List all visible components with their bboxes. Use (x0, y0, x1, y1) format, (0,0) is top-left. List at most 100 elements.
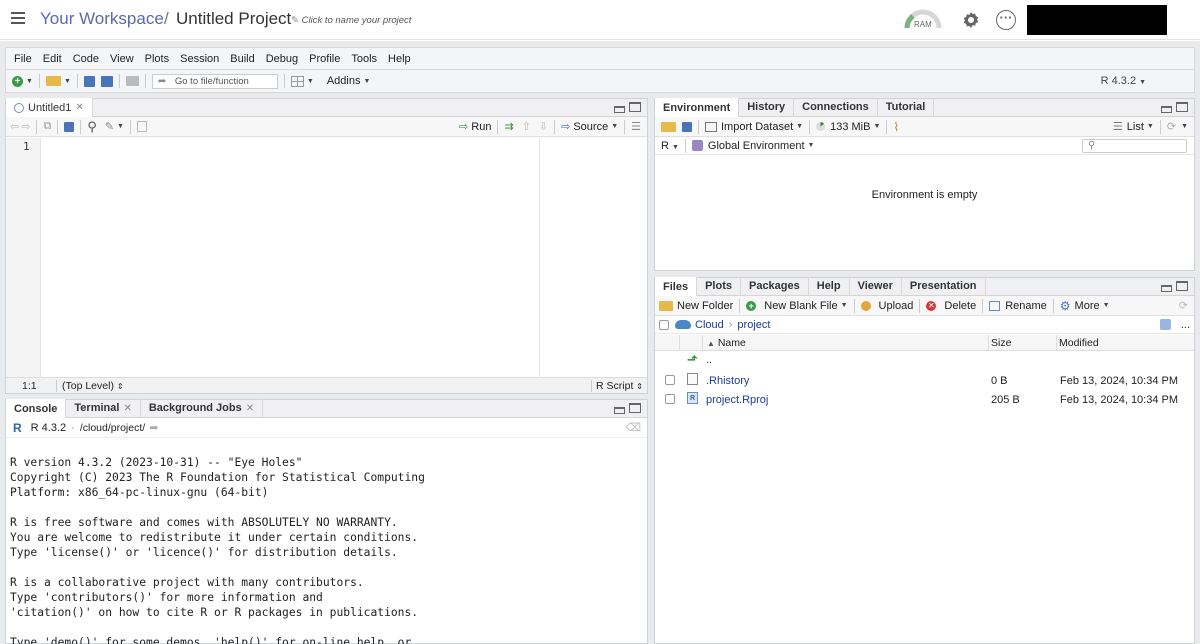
grid-layout-icon[interactable] (290, 75, 304, 87)
project-title[interactable]: Untitled Project (176, 9, 291, 29)
menu-profile[interactable]: Profile (309, 53, 340, 65)
code-editor[interactable] (41, 138, 539, 377)
project-badge-icon[interactable] (1159, 319, 1171, 330)
close-tab-icon[interactable]: ✕ (75, 102, 83, 113)
view-mode-selector[interactable]: ☰ List ▼ (1113, 120, 1154, 134)
save-icon[interactable] (83, 75, 95, 87)
select-all-checkbox[interactable] (659, 319, 669, 330)
tab-connections[interactable]: Connections (794, 98, 878, 116)
compile-report-icon[interactable] (136, 121, 147, 132)
table-row-parent[interactable]: ⬏ .. (656, 352, 1195, 371)
tab-plots[interactable]: Plots (697, 277, 741, 295)
menu-code[interactable]: Code (73, 53, 99, 65)
minimize-pane-icon[interactable] (614, 106, 625, 113)
tab-environment[interactable]: Environment (655, 98, 740, 117)
ram-gauge[interactable]: RAM (904, 9, 942, 31)
addins-menu[interactable]: Addins (327, 75, 361, 87)
hamburger-menu-icon[interactable] (11, 12, 25, 24)
scope-selector[interactable]: (Top Level) ⇕ (62, 380, 124, 392)
tab-packages[interactable]: Packages (741, 277, 809, 295)
menu-help[interactable]: Help (388, 53, 411, 65)
show-in-window-icon[interactable]: ⧉ (43, 120, 51, 133)
files-refresh-icon[interactable]: ⟳ (1179, 299, 1188, 312)
tab-presentation[interactable]: Presentation (902, 277, 986, 295)
column-size[interactable]: Size (991, 337, 1011, 349)
breadcrumb-overflow[interactable]: ... (1181, 319, 1190, 331)
tab-viewer[interactable]: Viewer (850, 277, 902, 295)
breadcrumb-cloud[interactable]: Cloud (695, 319, 724, 331)
tab-background-jobs[interactable]: Background Jobs ✕ (141, 399, 264, 417)
maximize-env-icon[interactable] (1176, 102, 1188, 112)
menu-tools[interactable]: Tools (351, 53, 377, 65)
minimize-files-icon[interactable] (1161, 285, 1172, 292)
column-name[interactable]: ▲ Name (707, 337, 746, 349)
forward-arrow-icon[interactable]: ⇨ (21, 120, 30, 133)
save-workspace-icon[interactable] (682, 121, 692, 132)
env-search-input[interactable]: ⚲ (1082, 138, 1187, 153)
delete-button[interactable]: ✕ Delete (926, 300, 976, 312)
goto-file-input[interactable]: ➦ Go to file/function (151, 73, 278, 89)
tab-history[interactable]: History (739, 98, 795, 116)
minimize-console-icon[interactable] (614, 407, 625, 414)
broom-icon[interactable]: ⌇ (893, 120, 899, 134)
table-row[interactable]: .Rhistory 0 B Feb 13, 2024, 10:34 PM (656, 371, 1195, 390)
env-scope-selector[interactable]: Global Environment ▼ (691, 140, 814, 152)
row-checkbox[interactable] (665, 394, 675, 404)
close-jobs-icon[interactable]: ✕ (246, 403, 254, 414)
rename-button[interactable]: Rename (989, 300, 1047, 312)
print-icon[interactable] (125, 76, 139, 86)
breadcrumb-project[interactable]: project (737, 319, 770, 331)
memory-usage-button[interactable]: 133 MiB ▼ (816, 121, 880, 133)
tab-files[interactable]: Files (655, 277, 698, 296)
file-name[interactable]: .Rhistory (706, 375, 749, 387)
search-icon[interactable]: ⚲ (87, 119, 97, 135)
menu-file[interactable]: File (14, 53, 32, 65)
menu-edit[interactable]: Edit (43, 53, 62, 65)
file-name[interactable]: project.Rproj (706, 394, 768, 406)
run-button[interactable]: ⇨ Run (459, 120, 491, 134)
menu-session[interactable]: Session (180, 53, 219, 65)
import-dataset-button[interactable]: Import Dataset ▼ (705, 121, 803, 133)
maximize-pane-icon[interactable] (629, 102, 641, 112)
console-output[interactable]: R version 4.3.2 (2023-10-31) -- "Eye Hol… (10, 455, 425, 644)
clear-console-icon[interactable]: ⌫ (625, 421, 641, 434)
row-checkbox[interactable] (665, 375, 675, 385)
back-arrow-icon[interactable]: ⇦ (10, 120, 19, 133)
save-all-icon[interactable] (100, 75, 113, 87)
refresh-icon[interactable]: ⟳ (1167, 120, 1176, 133)
menu-build[interactable]: Build (230, 53, 254, 65)
upload-button[interactable]: Upload (860, 300, 913, 312)
menu-view[interactable]: View (110, 53, 134, 65)
settings-gear-icon[interactable] (961, 10, 981, 30)
new-folder-button[interactable]: New Folder (659, 300, 733, 312)
tab-untitled1[interactable]: Untitled1 ✕ (6, 98, 93, 117)
column-modified[interactable]: Modified (1059, 337, 1099, 349)
close-terminal-icon[interactable]: ✕ (123, 403, 131, 414)
more-button[interactable]: ⚙ More ▼ (1060, 299, 1110, 313)
go-to-directory-icon[interactable]: ➦ (149, 421, 158, 434)
tab-terminal[interactable]: Terminal ✕ (66, 399, 141, 417)
load-workspace-icon[interactable] (661, 121, 676, 132)
minimize-env-icon[interactable] (1161, 106, 1172, 113)
tab-help[interactable]: Help (809, 277, 850, 295)
save-file-icon[interactable] (64, 121, 75, 132)
magic-wand-icon[interactable]: ✎ (105, 120, 114, 133)
go-up-icon[interactable]: ⇧ (522, 120, 531, 133)
tab-console[interactable]: Console (6, 399, 67, 418)
maximize-console-icon[interactable] (629, 403, 641, 413)
maximize-files-icon[interactable] (1176, 281, 1188, 291)
source-button[interactable]: ⇨ Source ▼ (561, 120, 618, 134)
go-down-icon[interactable]: ⇩ (539, 120, 548, 133)
open-folder-icon[interactable] (45, 76, 61, 86)
tab-tutorial[interactable]: Tutorial (878, 98, 935, 116)
new-blank-file-button[interactable]: + New Blank File ▼ (746, 300, 848, 312)
parent-dir-link[interactable]: .. (706, 354, 712, 366)
table-row[interactable]: R project.Rproj 205 B Feb 13, 2024, 10:3… (656, 390, 1195, 409)
menu-plots[interactable]: Plots (145, 53, 169, 65)
new-file-icon[interactable]: + (12, 75, 23, 87)
menu-debug[interactable]: Debug (266, 53, 298, 65)
workspace-link[interactable]: Your Workspace (40, 9, 164, 29)
outline-icon[interactable]: ☰ (631, 120, 641, 133)
language-selector[interactable]: R ▼ (661, 140, 679, 152)
r-version-selector[interactable]: R 4.3.2 ▼ (1101, 75, 1146, 87)
